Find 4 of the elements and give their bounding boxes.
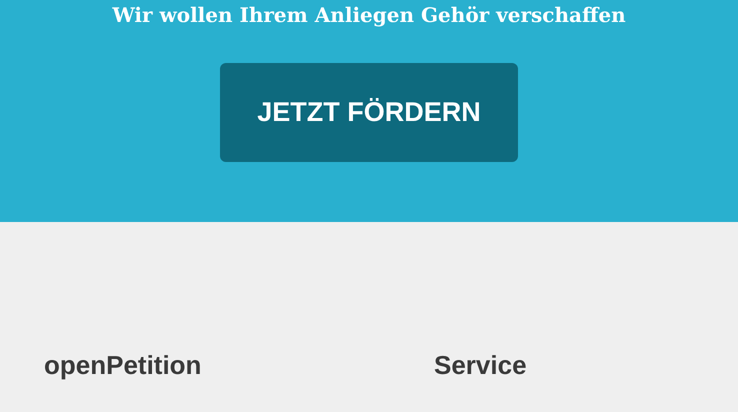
support-button[interactable]: JETZT FÖRDERN <box>220 63 518 162</box>
banner-heading: Wir wollen Ihrem Anliegen Gehör verschaffen <box>112 2 626 28</box>
footer-heading: Service <box>434 349 528 382</box>
footer-heading: openPetition <box>44 349 202 382</box>
